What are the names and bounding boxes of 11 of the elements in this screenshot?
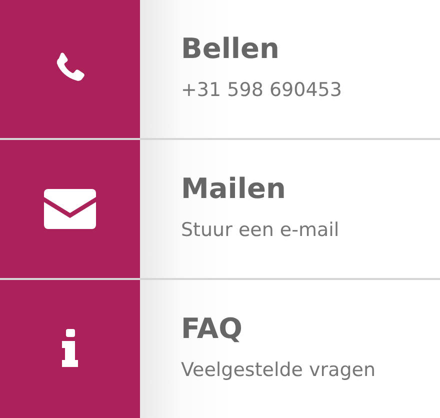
- envelope-icon: [44, 189, 96, 229]
- contact-title: Mailen: [181, 172, 287, 204]
- info-icon: [60, 329, 80, 369]
- contact-subtitle: Veelgestelde vragen: [181, 358, 377, 380]
- icon-tile[interactable]: [0, 280, 140, 418]
- contact-subtitle: +31 598 690453: [181, 78, 343, 100]
- contact-title: FAQ: [181, 312, 244, 344]
- contact-title: Bellen: [181, 32, 280, 64]
- icon-tile[interactable]: [0, 140, 140, 278]
- icon-tile[interactable]: [0, 0, 140, 138]
- contact-subtitle: Stuur een e-mail: [181, 218, 340, 240]
